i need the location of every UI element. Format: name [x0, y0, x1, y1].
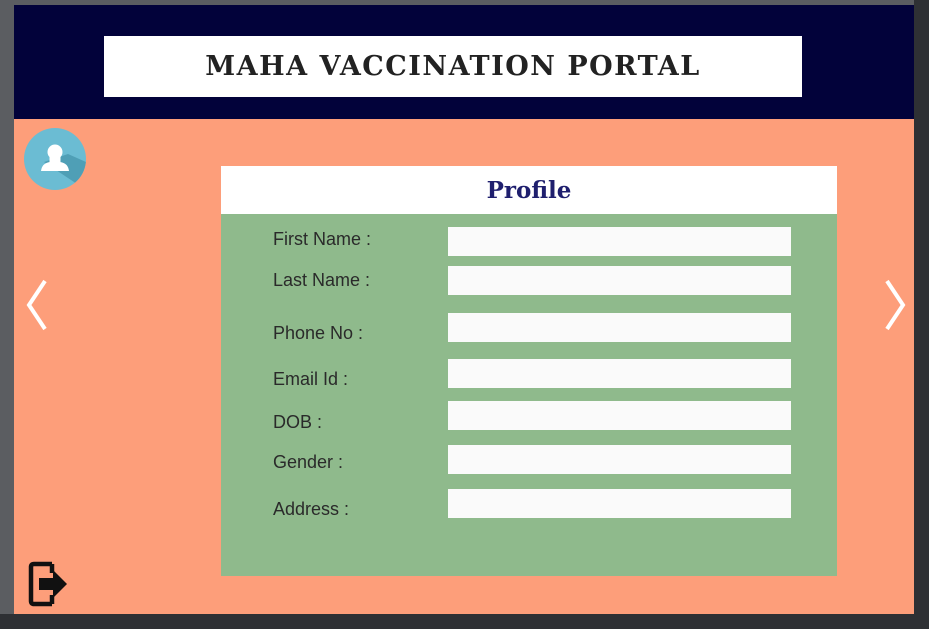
first-name-field[interactable]	[448, 227, 791, 256]
profile-header: Profile	[221, 166, 837, 214]
logout-button[interactable]	[28, 560, 70, 610]
dob-label: DOB :	[273, 412, 323, 432]
chevron-right-icon	[885, 279, 906, 331]
profile-card: Profile First Name : Last Name : Phone N…	[221, 166, 837, 576]
phone-no-label: Phone No :	[273, 323, 364, 343]
profile-title: Profile	[486, 176, 572, 204]
email-id-label: Email Id :	[273, 369, 349, 389]
last-name-field[interactable]	[448, 266, 791, 295]
logout-icon	[28, 561, 67, 607]
email-id-field[interactable]	[448, 359, 791, 388]
address-field[interactable]	[448, 489, 791, 518]
user-avatar-icon[interactable]	[24, 128, 86, 190]
dob-field[interactable]	[448, 401, 791, 430]
window-frame-left	[0, 0, 14, 629]
gender-label: Gender :	[273, 452, 344, 472]
portal-screen: MAHA VACCINATION PORTAL Profile First Na…	[14, 5, 914, 614]
last-name-label: Last Name :	[273, 270, 371, 290]
chevron-left-icon	[26, 279, 47, 331]
title-box: MAHA VACCINATION PORTAL	[104, 36, 802, 97]
window-frame-right	[914, 0, 929, 629]
address-label: Address :	[273, 499, 350, 519]
previous-arrow-button[interactable]	[16, 275, 56, 335]
portal-title: MAHA VACCINATION PORTAL	[205, 51, 701, 82]
window-frame-bottom	[0, 614, 929, 629]
gender-field[interactable]	[448, 445, 791, 474]
next-arrow-button[interactable]	[876, 275, 914, 335]
first-name-label: First Name :	[273, 229, 372, 249]
header-bar: MAHA VACCINATION PORTAL	[14, 5, 914, 119]
phone-no-field[interactable]	[448, 313, 791, 342]
